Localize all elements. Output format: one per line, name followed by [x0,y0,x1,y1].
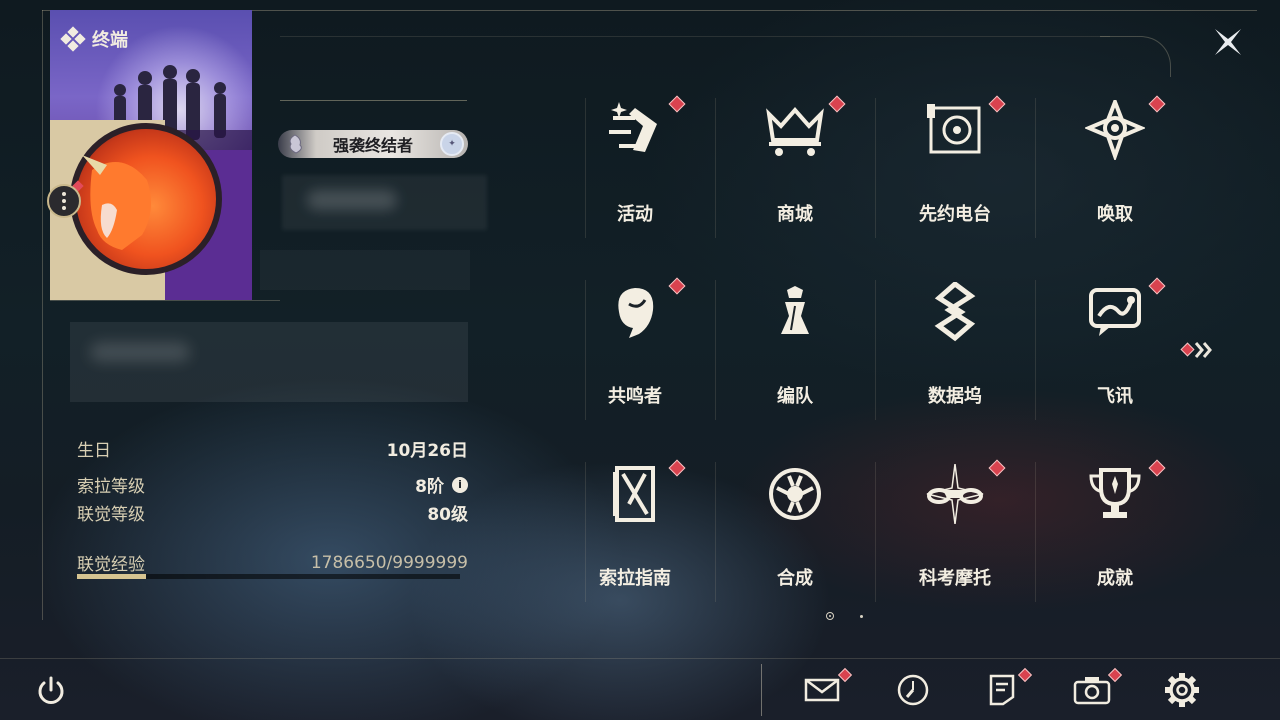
menu-item-label: 共鸣者 [608,386,662,407]
camera-button[interactable] [1072,670,1112,710]
notify-dot [668,459,686,477]
bottom-divider [0,658,1280,659]
page-dot-active[interactable] [826,612,834,620]
double-chevron-right-icon[interactable] [1180,338,1220,362]
menu-item-label: 飞讯 [1097,386,1133,407]
menu-item-synthesis[interactable]: 合成 [715,452,875,612]
notify-dot [668,95,686,113]
notify-dot [1148,95,1166,113]
close-icon [1215,29,1241,55]
sola-level-value: 8阶 [415,477,444,497]
union-level-label: 联觉等级 [77,505,145,525]
mail-icon [804,678,840,702]
page-title: 终端 [60,26,128,52]
trophy-icon [1089,468,1141,518]
badge-text: 强袭终结者 [332,136,413,155]
notify-dot [668,277,686,295]
exp-progress-fill [77,574,146,579]
more-options-button[interactable] [47,184,81,218]
player-name-blurred [282,175,487,230]
convene-compass-icon [1085,100,1145,160]
settings-gear-icon [1165,673,1199,707]
chess-team-icon [781,286,809,334]
menu-item-event[interactable]: 活动 [555,88,715,248]
divider [280,100,467,101]
menu-item-motorcycle[interactable]: 科考摩托 [875,452,1035,612]
shop-crown-cart-icon [766,106,824,156]
player-id-blurred [260,250,470,290]
birthday-value: 10月26日 [386,441,468,461]
settings-button[interactable] [1162,670,1202,710]
menu-item-label: 商城 [777,204,813,225]
menu-item-message-chat[interactable]: 飞讯 [1035,270,1195,430]
menu-item-trophy[interactable]: 成就 [1035,452,1195,612]
menu-grid: 活动 商城 先约电台 唤取共鸣者 编队 数据坞 飞讯索拉指南 合成 科考摩托 成就 [555,88,1199,602]
sola-level-label: 索拉等级 [77,477,145,497]
message-chat-icon [1089,288,1141,336]
bottom-separator [761,664,762,716]
menu-item-label: 科考摩托 [919,568,991,589]
menu-item-resonator-portrait[interactable]: 共鸣者 [555,270,715,430]
sola-level-row: 索拉等级 8阶 i [77,472,468,497]
mail-button[interactable] [802,670,842,710]
exp-row: 联觉经验 1786650/9999999 [77,550,468,576]
data-bank-icon [934,282,976,342]
dragon-crest-icon [289,134,302,154]
menu-item-label: 成就 [1097,568,1133,589]
notify-dot [1148,459,1166,477]
notice-button[interactable] [982,670,1022,710]
notify-dot [988,459,1006,477]
page-dot[interactable] [860,615,863,618]
camera-icon [1073,677,1111,705]
union-level-value: 80级 [427,505,468,525]
frame-arc [1100,36,1171,77]
menu-item-label: 索拉指南 [599,568,671,589]
signature-blurred[interactable] [70,322,468,402]
radio-icon [927,104,981,154]
frame-inner-line [280,36,1110,37]
menu-item-convene-compass[interactable]: 唤取 [1035,88,1195,248]
synthesis-icon [769,468,821,520]
event-icon [609,102,657,152]
menu-item-label: 唤取 [1097,204,1133,225]
power-icon[interactable] [34,674,68,708]
notify-dot [828,95,846,113]
menu-item-shop-crown-cart[interactable]: 商城 [715,88,875,248]
menu-item-label: 先约电台 [919,204,991,225]
emblem-icon: ✦ [440,132,464,156]
clock-icon [897,674,929,706]
menu-item-label: 合成 [777,568,813,589]
guide-book-icon [613,466,655,522]
close-button[interactable] [1208,22,1248,62]
menu-item-data-bank[interactable]: 数据坞 [875,270,1035,430]
exp-label: 联觉经验 [77,555,145,575]
clock-button[interactable] [893,670,933,710]
frame-left-line [42,10,43,620]
resonator-portrait-icon [618,288,654,338]
card-base-line [50,300,280,301]
exp-progress-bar [77,574,460,579]
union-level-row: 联觉等级 80级 [77,500,468,525]
menu-item-radio[interactable]: 先约电台 [875,88,1035,248]
exp-value: 1786650/9999999 [310,552,468,573]
birthday-row: 生日 10月26日 [77,436,468,461]
menu-item-label: 活动 [617,204,653,225]
motorcycle-icon [926,464,984,524]
diamond-cluster-icon [60,26,86,52]
menu-item-label: 数据坞 [928,386,982,407]
birthday-label: 生日 [77,441,111,461]
menu-item-chess-team[interactable]: 编队 [715,270,875,430]
notice-icon [989,674,1015,706]
menu-item-guide-book[interactable]: 索拉指南 [555,452,715,612]
notify-dot [1148,277,1166,295]
title-text: 终端 [92,30,128,51]
menu-item-label: 编队 [777,386,813,407]
notify-dot [988,95,1006,113]
info-icon[interactable]: i [452,476,468,493]
sola-level-group: 8阶 i [415,472,468,497]
